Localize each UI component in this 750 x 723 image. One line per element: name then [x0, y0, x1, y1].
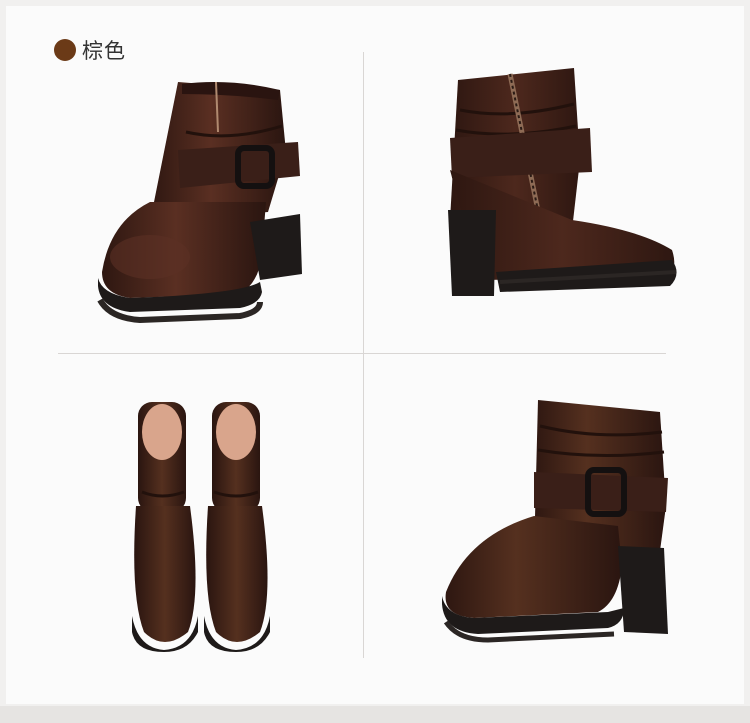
- brown-ankle-boot-zipper-icon: [448, 68, 677, 296]
- brown-ankle-boot-pair-icon: [132, 402, 270, 652]
- boot-front-view-image: [90, 72, 310, 334]
- color-option-label: 棕色: [54, 36, 126, 64]
- color-name-text: 棕色: [82, 39, 126, 63]
- boot-pair-top-image: [128, 396, 278, 652]
- boot-zipper-side-image: [440, 60, 680, 305]
- boot-outer-side-image: [438, 396, 670, 644]
- color-swatch-dot: [54, 39, 76, 61]
- bottom-divider-strip: [0, 706, 750, 723]
- horizontal-divider: [58, 353, 666, 354]
- brown-ankle-boot-buckle-icon: [97, 81, 302, 324]
- vertical-divider: [363, 52, 364, 658]
- brown-ankle-boot-side-icon: [442, 400, 668, 643]
